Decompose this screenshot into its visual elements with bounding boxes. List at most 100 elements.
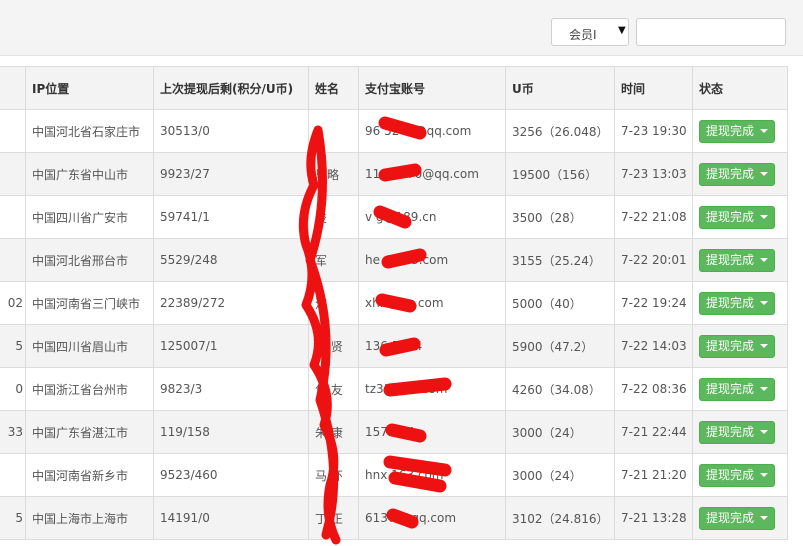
withdraw-time: 7-22 21:08 bbox=[614, 195, 693, 239]
withdraw-time: 7-21 13:28 bbox=[614, 496, 693, 540]
payee-name: 军 bbox=[308, 238, 359, 282]
alipay-account: 11 16370@qq.com bbox=[358, 152, 506, 196]
withdraw-time: 7-23 13:03 bbox=[614, 152, 693, 196]
ip-location: 中国四川省眉山市 bbox=[25, 324, 154, 368]
table-row: 中国河北省邢台市 5529/248 军 he @163.com 3155（25.24）… bbox=[0, 238, 788, 282]
status-cell: 提现完成 bbox=[692, 109, 788, 153]
payee-name: 丁 正 bbox=[308, 496, 359, 540]
status-dropdown-button[interactable]: 提现完成 bbox=[699, 463, 776, 487]
status-dropdown-button[interactable]: 提现完成 bbox=[699, 291, 776, 315]
status-dropdown-button[interactable]: 提现完成 bbox=[699, 162, 776, 186]
status-label: 提现完成 bbox=[706, 252, 755, 267]
ucoin-amount: 5000（40） bbox=[505, 281, 615, 325]
status-dropdown-button[interactable]: 提现完成 bbox=[699, 248, 776, 272]
remaining-balance: 9823/3 bbox=[153, 367, 309, 411]
table-row: 中国广东省中山市 9923/27 恩略 11 16370@qq.com 19500（1… bbox=[0, 152, 788, 196]
col-header-time: 时间 bbox=[614, 66, 693, 110]
withdrawal-table: IP位置 上次提现后剩(积分/U币) 姓名 支付宝账号 U币 时间 状态 中国河… bbox=[0, 66, 788, 540]
ucoin-amount: 19500（156） bbox=[505, 152, 615, 196]
payee-name bbox=[308, 109, 359, 153]
withdraw-time: 7-21 22:44 bbox=[614, 410, 693, 454]
ip-location: 中国河北省邢台市 bbox=[25, 238, 154, 282]
table-row: 5 中国上海市上海市 14191/0 丁 正 6137 @qq.com 3102（24.8… bbox=[0, 496, 788, 540]
row-index: 5 bbox=[0, 324, 26, 368]
caret-down-icon bbox=[760, 473, 769, 477]
caret-down-icon bbox=[760, 215, 769, 219]
row-index: 0 bbox=[0, 367, 26, 411]
remaining-balance: 9923/27 bbox=[153, 152, 309, 196]
alipay-account: xhl @qq.com bbox=[358, 281, 506, 325]
status-dropdown-button[interactable]: 提现完成 bbox=[699, 377, 776, 401]
status-dropdown-button[interactable]: 提现完成 bbox=[699, 205, 776, 229]
status-dropdown-button[interactable]: 提现完成 bbox=[699, 506, 776, 530]
status-cell: 提现完成 bbox=[692, 281, 788, 325]
withdraw-time: 7-22 08:36 bbox=[614, 367, 693, 411]
ucoin-amount: 3000（24） bbox=[505, 410, 615, 454]
status-cell: 提现完成 bbox=[692, 410, 788, 454]
alipay-account: v g@189.cn bbox=[358, 195, 506, 239]
search-input[interactable] bbox=[636, 18, 786, 46]
withdraw-time: 7-22 20:01 bbox=[614, 238, 693, 282]
filter-toolbar: 会员I ▼ bbox=[0, 0, 803, 56]
ucoin-amount: 3256（26.048） bbox=[505, 109, 615, 153]
member-type-value: 会员I bbox=[569, 28, 597, 42]
remaining-balance: 22389/272 bbox=[153, 281, 309, 325]
alipay-account: he @163.com bbox=[358, 238, 506, 282]
ip-location: 中国河南省新乡市 bbox=[25, 453, 154, 497]
status-cell: 提现完成 bbox=[692, 195, 788, 239]
ucoin-amount: 3102（24.816） bbox=[505, 496, 615, 540]
table-row: 0 中国浙江省台州市 9823/3 包 友 tz31 163.com 4260（34.08… bbox=[0, 367, 788, 411]
caret-down-icon bbox=[760, 344, 769, 348]
status-label: 提现完成 bbox=[706, 123, 755, 138]
alipay-account: tz31 163.com bbox=[358, 367, 506, 411]
ucoin-amount: 3500（28） bbox=[505, 195, 615, 239]
status-cell: 提现完成 bbox=[692, 152, 788, 196]
alipay-account: 6137 @qq.com bbox=[358, 496, 506, 540]
status-dropdown-button[interactable]: 提现完成 bbox=[699, 119, 776, 143]
remaining-balance: 125007/1 bbox=[153, 324, 309, 368]
row-index: 5 bbox=[0, 496, 26, 540]
col-header-rest: 上次提现后剩(积分/U币) bbox=[153, 66, 309, 110]
status-cell: 提现完成 bbox=[692, 496, 788, 540]
table-row: 中国四川省广安市 59741/1 俊v g@189.cn 3500（28） 7-22 … bbox=[0, 195, 788, 239]
dropdown-caret-icon: ▼ bbox=[618, 25, 626, 36]
table-row: 中国河北省石家庄市 30513/0 96 5247@qq.com 3256（26.04… bbox=[0, 109, 788, 153]
remaining-balance: 30513/0 bbox=[153, 109, 309, 153]
col-header-alipay: 支付宝账号 bbox=[358, 66, 506, 110]
ucoin-amount: 3155（25.24） bbox=[505, 238, 615, 282]
col-header-name: 姓名 bbox=[308, 66, 359, 110]
caret-down-icon bbox=[760, 301, 769, 305]
ip-location: 中国浙江省台州市 bbox=[25, 367, 154, 411]
row-index: 02 bbox=[0, 281, 26, 325]
withdraw-time: 7-22 14:03 bbox=[614, 324, 693, 368]
payee-name: 马 环 bbox=[308, 453, 359, 497]
ip-location: 中国广东省湛江市 bbox=[25, 410, 154, 454]
remaining-balance: 5529/248 bbox=[153, 238, 309, 282]
caret-down-icon bbox=[760, 172, 769, 176]
row-index bbox=[0, 453, 26, 497]
alipay-account: 157 314 bbox=[358, 410, 506, 454]
ip-location: 中国河南省三门峡市 bbox=[25, 281, 154, 325]
withdraw-time: 7-22 19:24 bbox=[614, 281, 693, 325]
status-dropdown-button[interactable]: 提现完成 bbox=[699, 334, 776, 358]
payee-name: 谢 贤 bbox=[308, 324, 359, 368]
status-label: 提现完成 bbox=[706, 381, 755, 396]
status-dropdown-button[interactable]: 提现完成 bbox=[699, 420, 776, 444]
alipay-account: 136 5264 bbox=[358, 324, 506, 368]
col-header-status: 状态 bbox=[692, 66, 788, 110]
ip-location: 中国广东省中山市 bbox=[25, 152, 154, 196]
caret-down-icon bbox=[760, 129, 769, 133]
member-type-select[interactable]: 会员I ▼ bbox=[551, 18, 629, 46]
status-label: 提现完成 bbox=[706, 467, 755, 482]
status-label: 提现完成 bbox=[706, 424, 755, 439]
row-index bbox=[0, 195, 26, 239]
payee-name: 恩略 bbox=[308, 152, 359, 196]
caret-down-icon bbox=[760, 258, 769, 262]
table-row: 33 中国广东省湛江市 119/158 朱 康 157 314 3000（24） 7-21 … bbox=[0, 410, 788, 454]
payee-name: 俊 bbox=[308, 195, 359, 239]
table-header-row: IP位置 上次提现后剩(积分/U币) 姓名 支付宝账号 U币 时间 状态 bbox=[0, 66, 788, 110]
payee-name: 洁 bbox=[308, 281, 359, 325]
row-index bbox=[0, 109, 26, 153]
alipay-account: 96 5247@qq.com bbox=[358, 109, 506, 153]
status-cell: 提现完成 bbox=[692, 324, 788, 368]
